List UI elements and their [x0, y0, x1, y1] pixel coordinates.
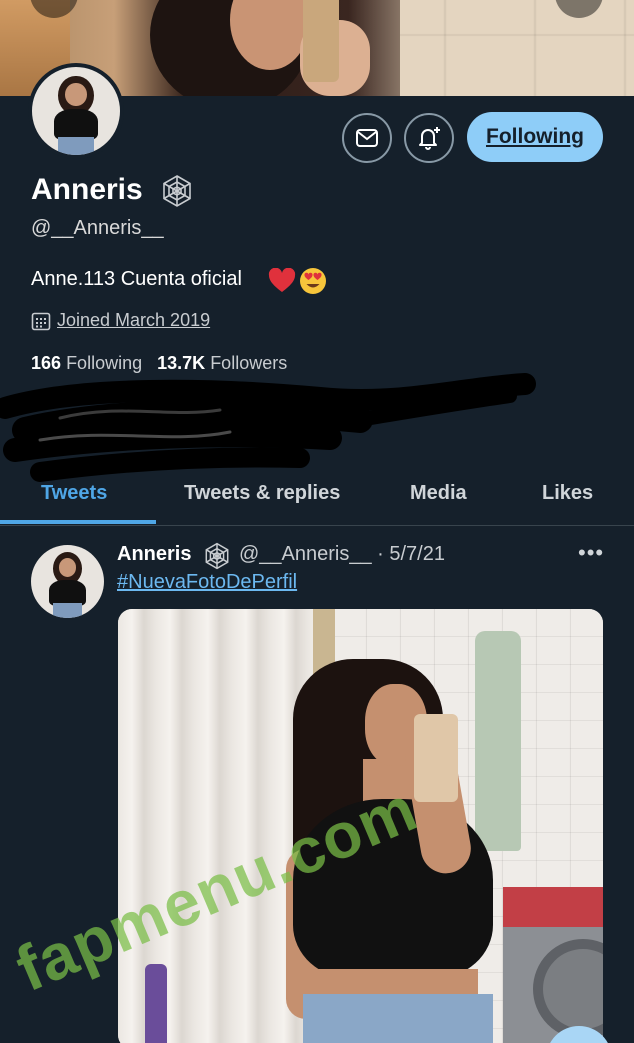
profile-tabs: Tweets Tweets & replies Media Likes: [0, 468, 634, 526]
profile-bio: Anne.113 Cuenta oficial: [31, 268, 242, 290]
joined-date: Joined March 2019: [31, 310, 210, 331]
message-button[interactable]: [342, 113, 392, 163]
calendar-icon: [31, 312, 51, 330]
tweet-author-avatar[interactable]: [31, 545, 104, 618]
notifications-button[interactable]: [404, 113, 454, 163]
profile-display-name: Anneris: [31, 173, 143, 206]
tab-tweets[interactable]: Tweets: [41, 482, 107, 505]
tab-likes[interactable]: Likes: [542, 482, 593, 505]
tweet-hashtag-link[interactable]: #NuevaFotoDePerfil: [117, 571, 297, 594]
tab-media[interactable]: Media: [410, 482, 467, 505]
envelope-icon: [356, 129, 378, 147]
bell-plus-icon: [419, 127, 440, 150]
tweet-author-handle-date: @__Anneris__ · 5/7/21: [239, 543, 445, 565]
active-tab-indicator: [0, 520, 156, 524]
following-button[interactable]: Following: [467, 112, 603, 162]
tab-tweets-and-replies[interactable]: Tweets & replies: [184, 482, 340, 505]
profile-avatar[interactable]: [28, 63, 124, 159]
joined-date-text: Joined March 2019: [57, 310, 211, 330]
red-heart-icon: [268, 268, 296, 292]
spiderweb-icon: [163, 175, 191, 207]
tweet-more-icon[interactable]: •••: [578, 540, 604, 566]
profile-handle: @__Anneris__: [31, 217, 164, 239]
tweet-author-name[interactable]: Anneris: [117, 543, 191, 566]
heart-eyes-face-icon: [300, 268, 326, 294]
spiderweb-icon: [205, 542, 229, 570]
